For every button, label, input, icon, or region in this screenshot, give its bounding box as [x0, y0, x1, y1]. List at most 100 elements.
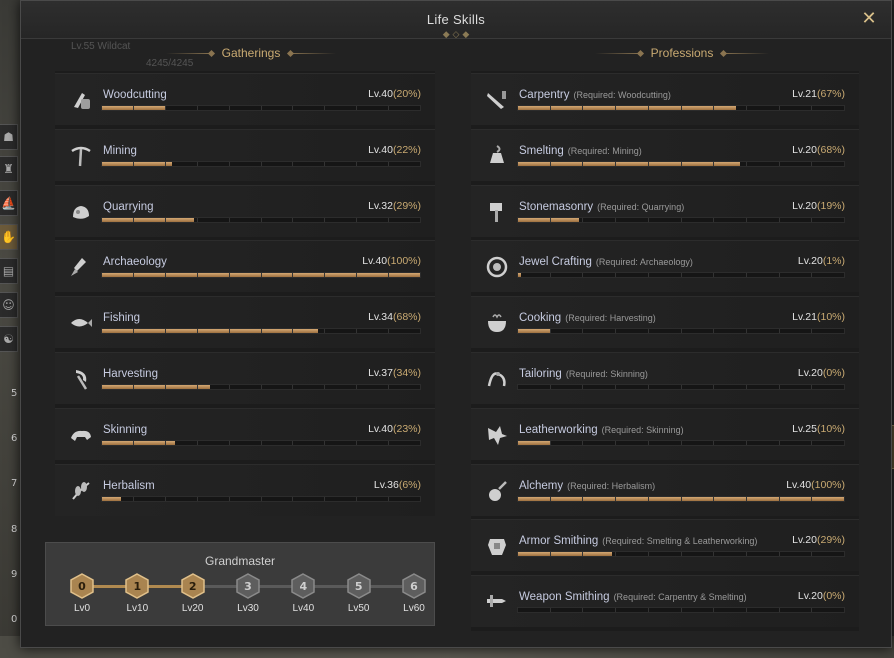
skill-name: Mining [103, 145, 137, 157]
grandmaster-tier-2-badge[interactable]: 2 [180, 573, 206, 599]
skill-row-alchemy[interactable]: Alchemy (Required: Herbalism) Lv.40(100%) [471, 463, 859, 516]
skill-row-armor-smithing[interactable]: Armor Smithing (Required: Smelting & Leat… [471, 519, 859, 572]
progress-fill [518, 329, 550, 334]
grandmaster-tier-1-badge[interactable]: 1 [124, 573, 150, 599]
grandmaster-tier-0-badge[interactable]: 0 [69, 573, 95, 599]
grandmaster-tier-5-badge[interactable]: 5 [346, 573, 372, 599]
skill-row-woodcutting[interactable]: Woodcutting Lv.40(20%) [55, 73, 435, 125]
skill-row-smelting[interactable]: Smelting (Required: Mining) Lv.20(68%) [471, 128, 859, 181]
progress-segment [133, 385, 166, 389]
skill-row-archaeology[interactable]: Archaeology Lv.40(100%) [55, 240, 435, 293]
sidebar-tab-1[interactable]: ☗ [0, 124, 18, 150]
progress-fill [550, 106, 583, 110]
progress-segment [714, 552, 747, 557]
progress-bar [517, 607, 845, 614]
progress-fill [518, 161, 550, 166]
progress-segment [780, 161, 813, 166]
progress-fill [583, 496, 616, 501]
skill-row-stonemasonry[interactable]: Stonemasonry (Required: Quarrying) Lv.20(1… [471, 184, 859, 237]
skill-row-leatherworking[interactable]: Leatherworking (Required: Skinning) Lv.25(… [471, 407, 859, 460]
progress-segment [812, 608, 844, 612]
progress-fill [102, 273, 133, 278]
skill-name-text: Woodcutting [103, 89, 167, 101]
progress-fill [389, 273, 421, 278]
progress-segment [648, 161, 682, 166]
skill-row-skinning[interactable]: Skinning Lv.40(23%) [55, 407, 435, 460]
progress-fill [261, 329, 293, 334]
progress-segment [133, 273, 166, 278]
grandmaster-tier-6-badge[interactable]: 6 [401, 573, 427, 599]
skill-row-cooking[interactable]: Cooking (Required: Harvesting) Lv.21(10%) [471, 296, 859, 349]
progress-bar [101, 439, 421, 446]
skill-name-text: Jewel Crafting [519, 256, 592, 269]
progress-segment [747, 552, 780, 557]
skill-level: Lv.20(0%) [798, 590, 845, 602]
title-bar[interactable]: Life Skills ◆ ◇ ◆ ✕ [21, 1, 891, 40]
ornament-right [723, 52, 770, 54]
skill-level-value: Lv.32 [368, 199, 393, 212]
skill-requirement: (Required: Woodcutting) [573, 90, 671, 100]
grandmaster-tier-label: Lv20 [181, 603, 204, 614]
progress-segment [682, 329, 715, 334]
progress-segment [166, 106, 198, 110]
skill-name: Smelting (Required: Mining) [519, 145, 642, 157]
progress-fill [133, 106, 165, 110]
skill-name-text: Alchemy [519, 479, 564, 492]
weapon-smithing-icon [483, 588, 511, 616]
gatherings-panel: Woodcutting Lv.40(20%) Mining Lv.40(22%) Qua… [55, 71, 435, 516]
cooking-icon [483, 309, 511, 337]
skill-level: Lv.20(1%) [798, 255, 845, 267]
skill-row-carpentry[interactable]: Carpentry (Required: Woodcutting) Lv.21(67… [471, 73, 859, 125]
skill-name: Fishing [103, 312, 140, 324]
sidebar-tab-5[interactable]: ▤ [0, 258, 18, 284]
progress-segment [262, 385, 294, 389]
progress-segment [747, 217, 780, 222]
skill-level-value: Lv.40 [362, 255, 388, 268]
hotkey-number: 5 [11, 388, 18, 399]
sidebar-tab-2[interactable]: ♜ [0, 156, 18, 182]
skill-name-text: Archaeology [103, 256, 167, 269]
skill-row-tailoring[interactable]: Tailoring (Required: Skinning) Lv.20(0%) [471, 352, 859, 404]
progress-segment [681, 106, 715, 110]
skill-row-jewel-crafting[interactable]: Jewel Crafting (Required: Archaeology) Lv.… [471, 240, 859, 293]
progress-segment [550, 217, 584, 222]
grandmaster-tier-3-badge[interactable]: 3 [235, 573, 261, 599]
progress-segment [747, 440, 780, 445]
skill-row-quarrying[interactable]: Quarrying Lv.32(29%) [55, 184, 435, 237]
skill-row-fishing[interactable]: Fishing Lv.34(68%) [55, 296, 435, 349]
skill-level: Lv.20(29%) [792, 534, 845, 546]
sidebar-tab-life-skills[interactable]: ✋ [0, 224, 18, 250]
skill-level-value: Lv.36 [373, 478, 399, 491]
skill-row-herbalism[interactable]: Herbalism Lv.36(6%) [55, 463, 435, 516]
skill-level-value: Lv.20 [797, 255, 823, 268]
progress-fill [165, 385, 197, 389]
progress-segment [649, 552, 682, 557]
progress-segment [649, 385, 682, 389]
progress-fill [518, 217, 550, 222]
skill-name-text: Fishing [103, 312, 141, 325]
progress-fill [550, 496, 583, 501]
sidebar-tab-3[interactable]: ⛵ [0, 190, 18, 216]
progress-segment [102, 329, 134, 334]
sidebar-tab-7[interactable]: ☯ [0, 326, 18, 352]
progress-segment [293, 385, 326, 389]
sidebar-tab-6[interactable]: ☺ [0, 292, 18, 318]
progress-segment [293, 496, 326, 501]
skill-name: Cooking (Required: Harvesting) [519, 312, 656, 324]
progress-segment [682, 217, 715, 222]
close-button[interactable]: ✕ [859, 9, 879, 29]
skill-row-mining[interactable]: Mining Lv.40(22%) [55, 128, 435, 181]
skill-name: Stonemasonry (Required: Quarrying) [519, 201, 684, 213]
skill-row-weapon-smithing[interactable]: Weapon Smithing (Required: Carpentry & Sm… [471, 575, 859, 628]
grandmaster-tier-4-badge[interactable]: 4 [290, 573, 316, 599]
professions-title: Professions [650, 46, 714, 60]
progress-segment [293, 161, 326, 166]
leatherworking-icon [483, 421, 511, 449]
progress-segment [714, 161, 747, 166]
character-icon: ☗ [3, 130, 14, 144]
progress-segment [518, 552, 551, 557]
progress-fill [165, 273, 197, 278]
skill-level-percent: (67%) [816, 88, 845, 100]
skill-level: Lv.32(29%) [368, 200, 421, 212]
skill-row-harvesting[interactable]: Harvesting Lv.37(34%) [55, 352, 435, 404]
